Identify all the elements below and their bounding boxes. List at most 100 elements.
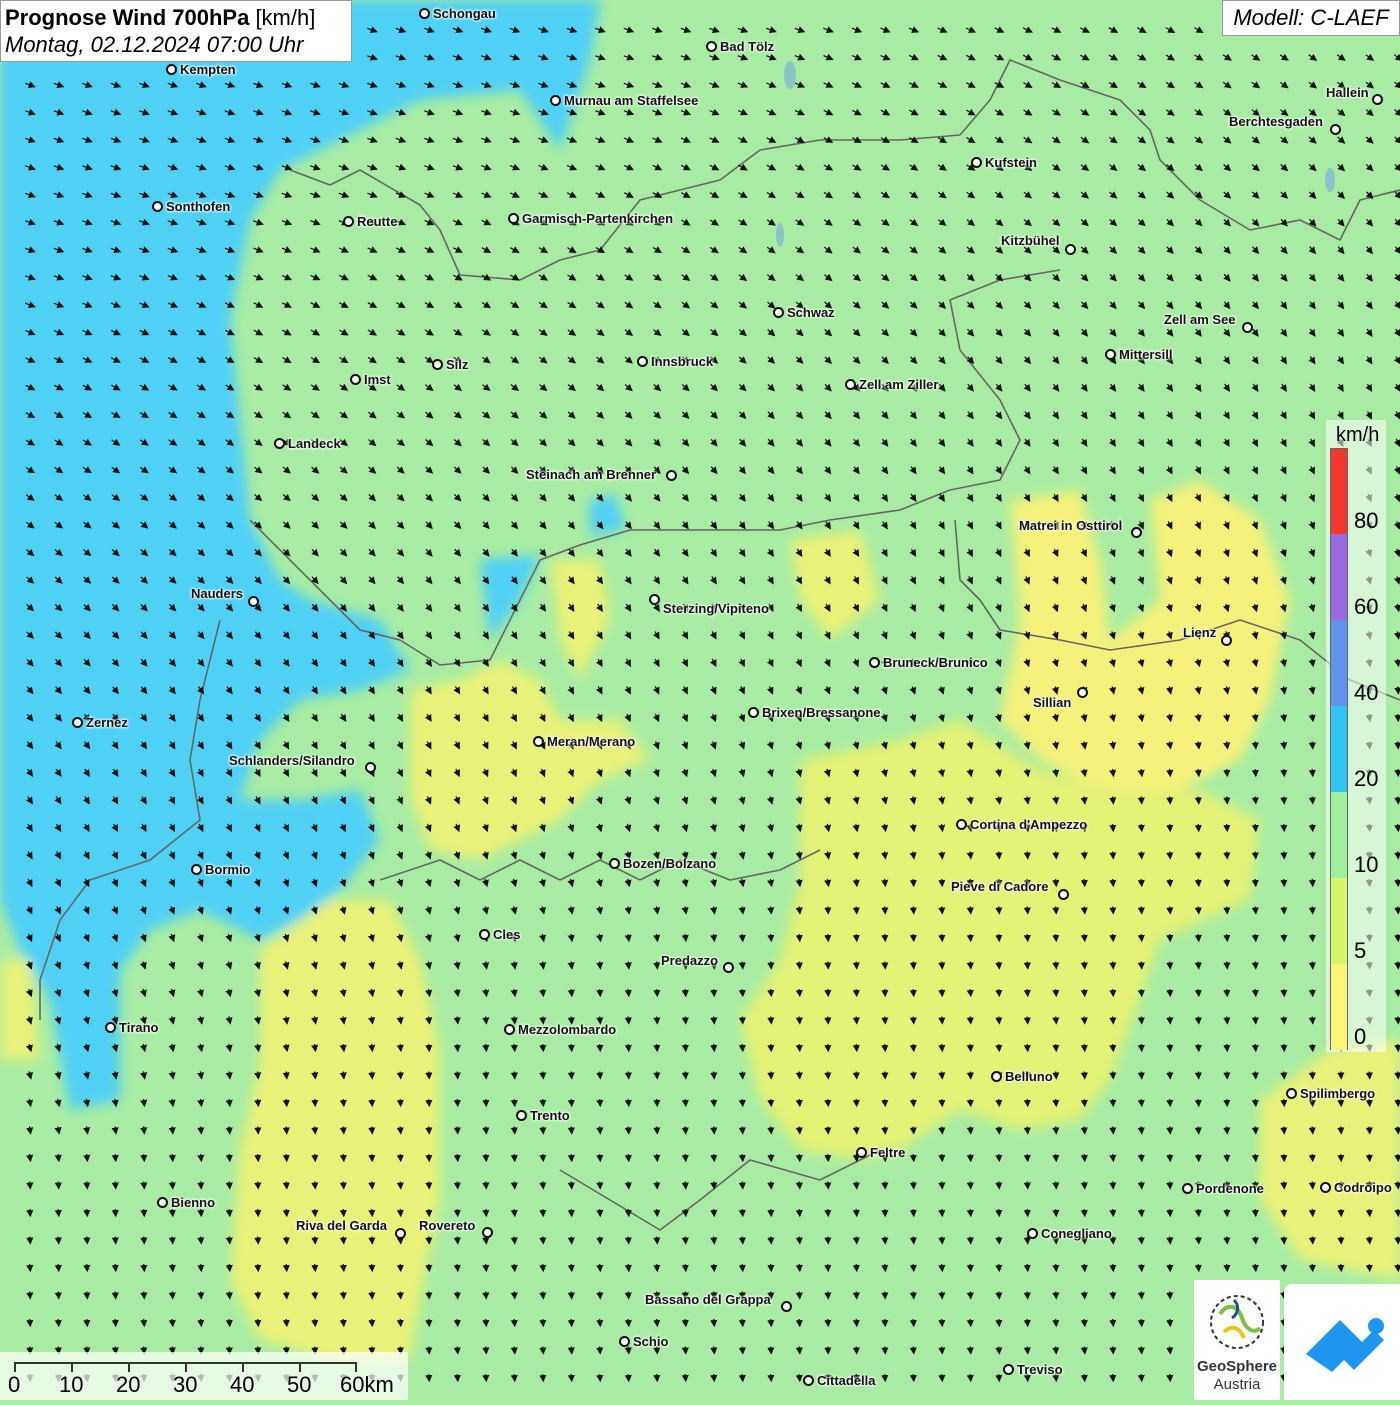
wind-arrow — [457, 1209, 458, 1216]
wind-arrow — [486, 1209, 487, 1216]
wind-arrow — [999, 852, 1000, 859]
wind-arrow — [1056, 1209, 1057, 1216]
wind-arrow — [913, 1237, 914, 1244]
wind-arrow — [486, 1182, 487, 1189]
wind-arrow — [1113, 1292, 1114, 1299]
wind-arrow — [229, 1237, 230, 1244]
wind-arrow — [543, 1237, 544, 1244]
wind-arrow — [457, 1182, 458, 1189]
city-label: Bruneck/Brunico — [883, 656, 988, 670]
wind-arrow — [1170, 1319, 1171, 1326]
wind-arrow — [856, 1347, 857, 1354]
wind-arrow — [799, 1127, 800, 1134]
wind-arrow — [714, 1127, 715, 1134]
wind-arrow — [1084, 1182, 1085, 1189]
wind-arrow — [913, 1127, 914, 1134]
city-marker — [1003, 1364, 1014, 1375]
wind-arrow — [543, 1347, 544, 1354]
wind-arrow — [1398, 1264, 1399, 1271]
wind-arrow — [87, 1209, 88, 1216]
wind-arrow — [1284, 934, 1285, 941]
wind-arrow — [685, 1237, 686, 1244]
wind-arrow — [942, 852, 943, 859]
wind-arrow — [685, 1264, 686, 1271]
wind-arrow — [742, 1264, 743, 1271]
city-marker — [550, 95, 561, 106]
wind-arrow — [172, 1127, 173, 1134]
wind-arrow — [1398, 1044, 1399, 1051]
wind-arrow — [286, 1182, 287, 1189]
wind-arrow — [628, 1127, 629, 1134]
wind-arrow — [856, 1182, 857, 1189]
wind-arrow — [1170, 1264, 1171, 1271]
wind-arrow — [1398, 1099, 1399, 1106]
wind-arrow — [999, 1347, 1000, 1354]
wind-arrow — [429, 1292, 430, 1299]
wind-arrow — [657, 1264, 658, 1271]
city-label: Predazzo — [661, 954, 718, 968]
wind-arrow — [799, 907, 800, 914]
wind-arrow — [999, 907, 1000, 914]
wind-arrow — [1227, 852, 1228, 859]
wind-arrow — [1227, 1017, 1228, 1024]
wind-arrow — [457, 1154, 458, 1161]
wind-arrow — [771, 934, 772, 941]
legend-seg-0 — [1331, 964, 1347, 1050]
wind-arrow — [30, 1209, 31, 1216]
city-marker — [666, 470, 677, 481]
wind-arrow — [286, 1292, 287, 1299]
wind-arrow — [714, 1209, 715, 1216]
wind-arrow — [286, 1127, 287, 1134]
wind-arrow — [1141, 907, 1142, 914]
app-logo[interactable] — [1284, 1284, 1400, 1400]
wind-arrow — [1084, 1319, 1085, 1326]
wind-arrow — [1284, 907, 1285, 914]
wind-arrow — [543, 1209, 544, 1216]
wind-arrow — [1284, 1044, 1285, 1051]
wind-arrow — [1113, 934, 1114, 941]
wind-arrow — [1170, 934, 1171, 941]
wind-arrow — [628, 1319, 629, 1326]
wind-arrow — [429, 1319, 430, 1326]
wind-arrow — [429, 1264, 430, 1271]
wind-arrow — [942, 934, 943, 941]
city-marker — [350, 374, 361, 385]
wind-arrow — [1227, 1044, 1228, 1051]
wind-arrow — [799, 1099, 800, 1106]
wind-arrow — [600, 1182, 601, 1189]
geosphere-logo[interactable]: GeoSphere Austria — [1194, 1280, 1280, 1400]
wind-arrow — [856, 1209, 857, 1216]
wind-arrow — [229, 1182, 230, 1189]
wind-arrow — [1170, 769, 1171, 776]
wind-arrow — [543, 1154, 544, 1161]
wind-arrow — [970, 1017, 971, 1024]
city-marker — [1131, 527, 1142, 538]
city-label: Schwaz — [787, 306, 835, 320]
wind-arrow — [543, 1264, 544, 1271]
wind-arrow — [400, 1264, 401, 1271]
city-marker — [649, 594, 660, 605]
wind-arrow — [1027, 1237, 1028, 1244]
city-label: Berchtesgaden — [1229, 115, 1323, 129]
city-label: Bad Tölz — [720, 40, 774, 54]
legend-seg-20 — [1331, 706, 1347, 792]
wind-arrow — [628, 1099, 629, 1106]
wind-arrow — [771, 1099, 772, 1106]
city-marker — [1242, 322, 1253, 333]
wind-arrow — [1141, 1319, 1142, 1326]
wind-arrow — [457, 1347, 458, 1354]
wind-arrow — [657, 1319, 658, 1326]
wind-arrow — [742, 1209, 743, 1216]
wind-arrow — [1312, 1127, 1313, 1134]
city-label: Trento — [530, 1109, 570, 1123]
wind-arrow — [258, 1182, 259, 1189]
city-label: Brixen/Bressanone — [762, 706, 881, 720]
wind-arrow — [1170, 1017, 1171, 1024]
city-marker — [619, 1336, 630, 1347]
wind-arrow — [571, 1182, 572, 1189]
scale-tick-0 — [14, 1362, 16, 1372]
wind-arrow — [87, 1154, 88, 1161]
wind-arrow — [543, 1044, 544, 1051]
legend-tick-60: 60 — [1354, 596, 1378, 618]
city-marker — [803, 1375, 814, 1386]
